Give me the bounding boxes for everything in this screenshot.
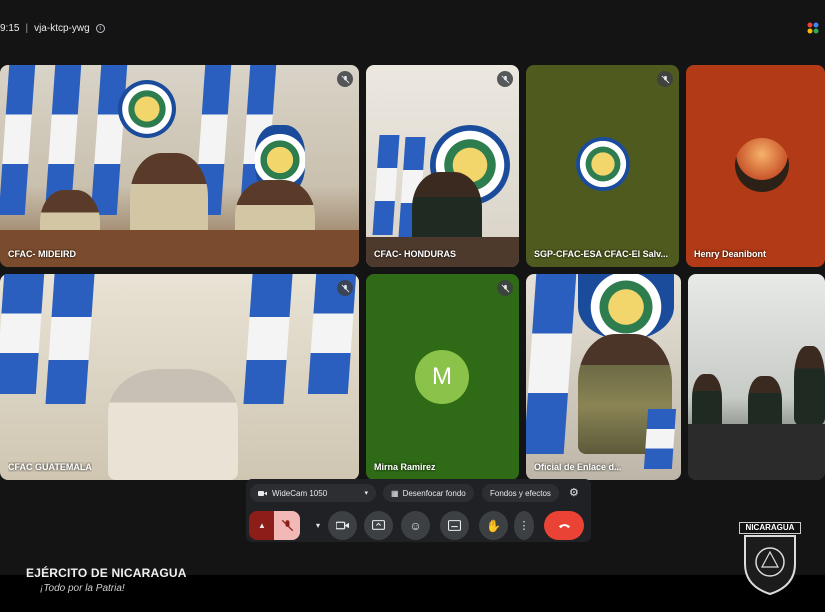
backgrounds-effects-button[interactable]: Fondos y efectos bbox=[482, 484, 559, 502]
google-dots-icon[interactable] bbox=[805, 20, 821, 36]
mute-indicator bbox=[337, 71, 353, 87]
participant-tile[interactable]: CFAC- HONDURAS bbox=[366, 65, 519, 267]
emoji-button[interactable]: ☺ bbox=[401, 511, 430, 540]
mute-indicator bbox=[657, 71, 673, 87]
end-call-button[interactable] bbox=[544, 511, 584, 540]
more-options-icon: ⋮ bbox=[518, 520, 530, 532]
army-emblem: NICARAGUA bbox=[739, 522, 801, 596]
meeting-time: 9:15 bbox=[0, 22, 20, 34]
participant-tile[interactable]: Henry Deanibont bbox=[686, 65, 825, 267]
avatar bbox=[735, 138, 789, 192]
participant-name: Mirna Ramirez bbox=[374, 462, 436, 472]
participant-tile[interactable] bbox=[688, 274, 825, 480]
mic-options-button[interactable]: ▲ bbox=[249, 511, 275, 540]
camera-options-button[interactable]: ▾ bbox=[308, 511, 328, 540]
participant-tile[interactable]: CFAC- MIDEIRD bbox=[0, 65, 359, 267]
camera-select[interactable]: WideCam 1050 ▾ bbox=[250, 484, 376, 502]
video-camera-icon bbox=[258, 490, 267, 496]
participant-tile[interactable]: CFAC GUATEMALA bbox=[0, 274, 359, 480]
participant-name: Oficial de Enlace d... bbox=[534, 462, 622, 472]
present-button[interactable] bbox=[364, 511, 393, 540]
blur-background-button[interactable]: ▦ Desenfocar fondo bbox=[383, 484, 474, 502]
brand-title: EJÉRCITO DE NICARAGUA bbox=[26, 566, 187, 580]
blur-icon: ▦ bbox=[391, 488, 399, 498]
participant-tile[interactable]: M Mirna Ramirez bbox=[366, 274, 519, 480]
blur-background-label: Desenfocar fondo bbox=[402, 488, 466, 498]
settings-icon[interactable]: ⚙ bbox=[569, 486, 579, 499]
chevron-up-icon: ▲ bbox=[258, 521, 266, 530]
chevron-down-icon: ▾ bbox=[364, 490, 368, 497]
meet-screen: 9:15 | vja-ktcp-ywg i CFAC- MIDEIRD CFAC… bbox=[0, 0, 825, 575]
effects-label: Fondos y efectos bbox=[490, 488, 551, 498]
mute-indicator bbox=[497, 71, 513, 87]
more-options-button[interactable]: ⋮ bbox=[514, 511, 534, 540]
participant-name: SGP-CFAC-ESA CFAC-El Salv... bbox=[534, 249, 669, 259]
separator: | bbox=[25, 22, 29, 34]
avatar: M bbox=[415, 350, 469, 404]
mute-indicator bbox=[497, 280, 513, 296]
participant-tile[interactable]: Oficial de Enlace d... bbox=[526, 274, 681, 480]
emblem-label: NICARAGUA bbox=[739, 522, 801, 534]
chevron-down-icon: ▾ bbox=[315, 521, 320, 530]
mic-off-icon bbox=[341, 284, 349, 292]
meeting-info-bar: 9:15 | vja-ktcp-ywg i bbox=[0, 18, 105, 38]
captions-icon bbox=[448, 520, 461, 531]
mic-off-icon bbox=[661, 75, 669, 83]
mic-off-icon bbox=[341, 75, 349, 83]
camera-select-label: WideCam 1050 bbox=[272, 488, 328, 498]
participant-name: CFAC- MIDEIRD bbox=[8, 249, 76, 259]
participant-name: CFAC GUATEMALA bbox=[8, 462, 92, 472]
raise-hand-icon: ✋ bbox=[486, 518, 501, 533]
camera-button[interactable] bbox=[328, 511, 357, 540]
meeting-code: vja-ktcp-ywg bbox=[34, 22, 90, 34]
participant-tile[interactable]: SGP-CFAC-ESA CFAC-El Salv... bbox=[526, 65, 679, 267]
mic-off-icon bbox=[501, 284, 509, 292]
camera-icon bbox=[336, 521, 349, 530]
raise-hand-button[interactable]: ✋ bbox=[479, 511, 508, 540]
present-icon bbox=[372, 520, 385, 530]
microphone-button[interactable] bbox=[274, 511, 300, 540]
brand-motto: ¡Todo por la Patria! bbox=[40, 583, 125, 594]
mute-indicator bbox=[337, 280, 353, 296]
emoji-icon: ☺ bbox=[409, 518, 422, 533]
shield-icon bbox=[744, 535, 796, 596]
info-icon[interactable]: i bbox=[95, 23, 105, 33]
mic-off-icon bbox=[501, 75, 509, 83]
captions-button[interactable] bbox=[440, 511, 469, 540]
broadcast-overlay: EJÉRCITO DE NICARAGUA ¡Todo por la Patri… bbox=[0, 560, 825, 612]
call-controls: WideCam 1050 ▾ ▦ Desenfocar fondo Fondos… bbox=[246, 479, 591, 542]
participant-name: CFAC- HONDURAS bbox=[374, 249, 456, 259]
participant-name: Henry Deanibont bbox=[694, 249, 767, 259]
mic-off-icon bbox=[281, 519, 293, 532]
end-call-icon bbox=[558, 524, 570, 529]
